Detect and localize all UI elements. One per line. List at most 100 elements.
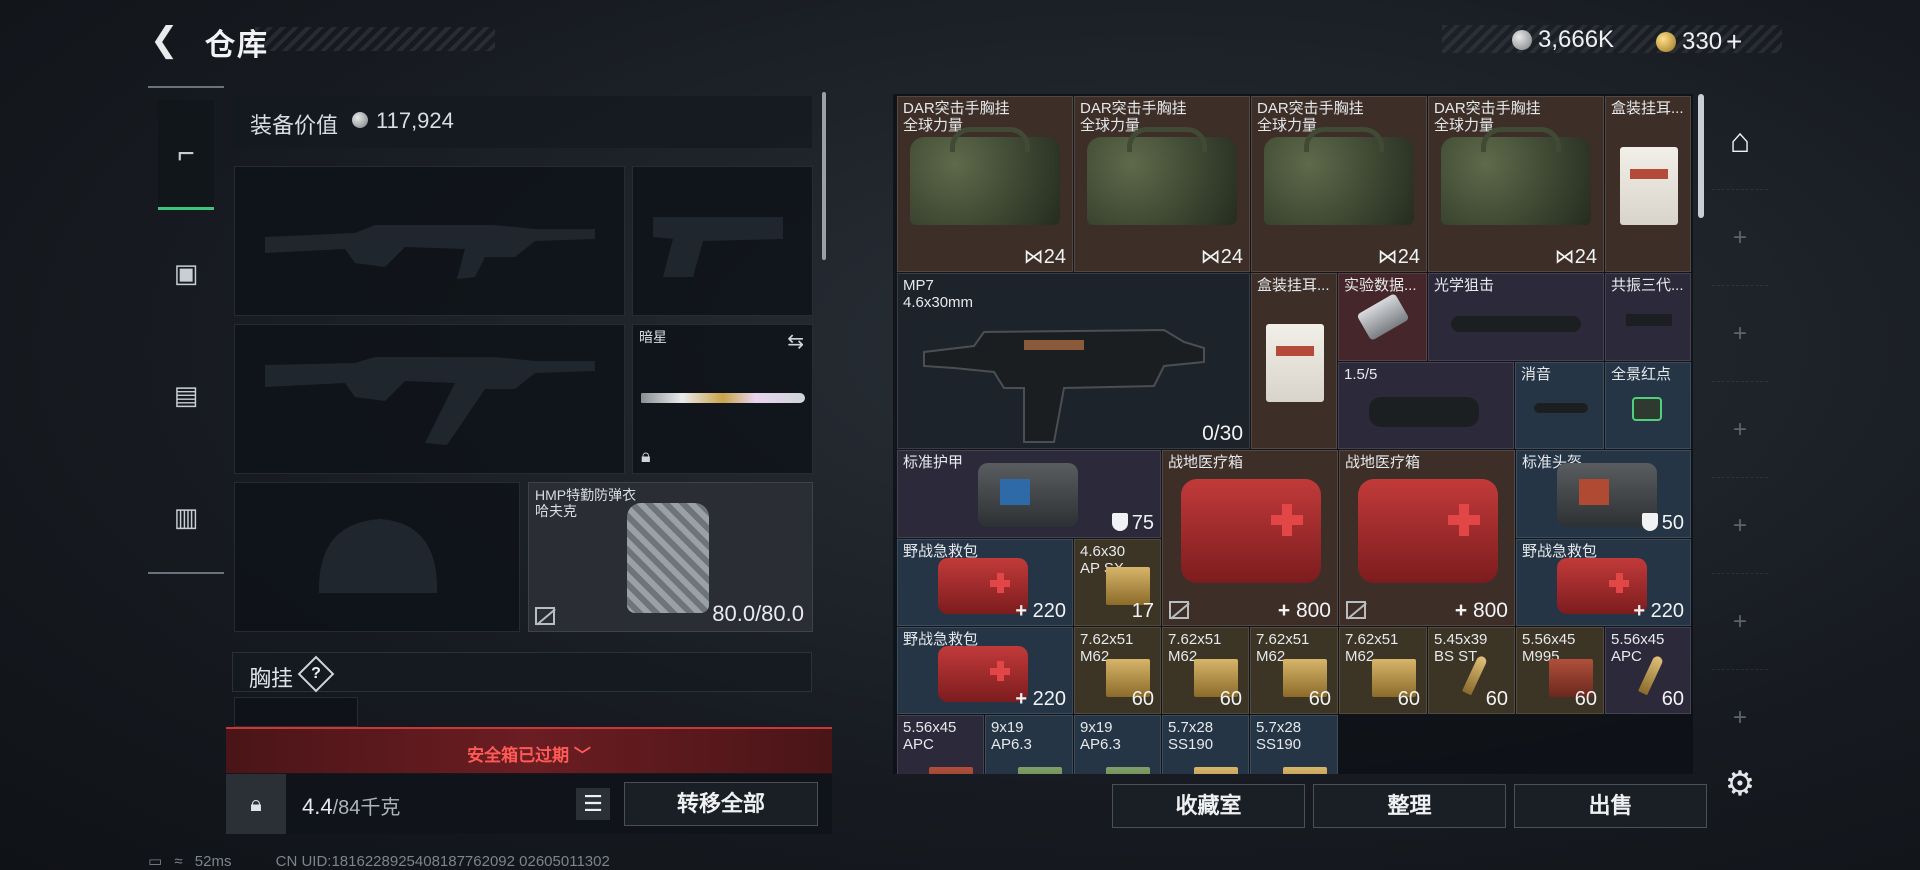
storage-item[interactable]: 标准头盔 50 [1516, 450, 1691, 538]
storage-tab-add[interactable]: + [1712, 478, 1768, 574]
rig-icon: ⋈ [1377, 246, 1398, 268]
storage-item[interactable]: 5.56x45 M995 60 [1516, 627, 1604, 714]
safebox-expired-text: 安全箱已过期 ﹀ [467, 746, 591, 765]
medkit-image [1181, 479, 1321, 583]
pistol-icon: ⌐ [177, 136, 195, 170]
safebox-expired-banner[interactable]: 安全箱已过期 ﹀ [226, 727, 832, 773]
category-rail: ⌐ ▣ ▤ ▥ [148, 86, 224, 574]
storage-item[interactable]: 共振三代... [1605, 273, 1691, 361]
storage-item[interactable]: DAR突击手胸挂 全球力量 ⋈24 [1428, 96, 1604, 272]
warehouse-icon: ⌂ [1729, 122, 1751, 160]
storage-tab-add[interactable]: + [1712, 286, 1768, 382]
storage-tab-main[interactable]: ⌂ [1712, 94, 1768, 190]
tertiary-weapon-slot[interactable] [234, 324, 625, 474]
transfer-all-button[interactable]: 转移全部 [624, 782, 818, 826]
storage-item[interactable]: DAR突击手胸挂 全球力量 ⋈24 [897, 96, 1073, 272]
chest-rig-header[interactable]: 胸挂 ? [232, 652, 812, 693]
storage-tab-add[interactable]: + [1712, 382, 1768, 478]
gear-icon[interactable]: ⚙ [1722, 766, 1758, 802]
storage-item[interactable]: 5.7x28 SS190 [1250, 715, 1338, 774]
storage-grid: DAR突击手胸挂 全球力量 ⋈24 DAR突击手胸挂 全球力量 ⋈24 DAR突击手… [893, 94, 1693, 774]
silver-amount: 3,666K [1538, 26, 1615, 53]
chevron-down-icon: ﹀ [573, 746, 591, 765]
item-quantity: 60 [1574, 688, 1597, 710]
medkit-image [1358, 479, 1498, 583]
storage-item-mp7[interactable]: MP7 4.6x30mm 0/30 [897, 273, 1250, 449]
organize-button[interactable]: 整理 [1313, 784, 1506, 828]
rail-item-toolbox[interactable]: ▥ [158, 462, 214, 572]
chest-rig-slot[interactable] [234, 697, 358, 727]
rig-icon: ⋈ [1200, 246, 1221, 268]
bag-image [1087, 127, 1237, 225]
equip-value-bar: 装备价值 117,924 [232, 96, 812, 148]
rail-item-backpack[interactable]: ▣ [158, 218, 214, 328]
storage-item[interactable]: 战地医疗箱 + 800 [1162, 450, 1338, 626]
collection-room-button[interactable]: 收藏室 [1112, 784, 1305, 828]
storage-item[interactable]: DAR突击手胸挂 全球力量 ⋈24 [1251, 96, 1427, 272]
armor-slot[interactable]: HMP特勤防弹衣 哈夫克 80.0/80.0 [528, 482, 813, 632]
helmet-slot[interactable] [234, 482, 520, 632]
storage-item[interactable]: DAR突击手胸挂 全球力量 ⋈24 [1074, 96, 1250, 272]
toolbox-icon: ▥ [173, 501, 199, 532]
ammo-box-image [1283, 767, 1327, 774]
rifle-silhouette-icon [265, 225, 595, 279]
help-icon[interactable]: ? [297, 655, 335, 693]
plus-icon: + [1732, 704, 1747, 731]
ping-readout: 52ms [194, 853, 232, 870]
storage-item[interactable]: 7.62x51 M62 60 [1162, 627, 1249, 714]
storage-item[interactable]: 1.5/5 [1338, 362, 1514, 449]
storage-item[interactable]: 消音 [1515, 362, 1604, 449]
storage-tab-add[interactable]: + [1712, 190, 1768, 286]
shield-icon [1641, 513, 1658, 531]
armor-name-line2: 哈夫克 [535, 503, 577, 519]
storage-item[interactable]: 全景红点 [1605, 362, 1691, 449]
storage-tab-add[interactable]: + [1712, 574, 1768, 670]
equip-value: 117,924 [376, 108, 454, 133]
storage-tab-add[interactable]: + [1712, 670, 1768, 766]
storage-item[interactable]: 5.56x45 APC [897, 715, 984, 774]
primary-weapon-slot[interactable] [234, 166, 625, 316]
pistol-silhouette-icon [653, 217, 783, 277]
storage-item[interactable]: 标准护甲 75 [897, 450, 1161, 538]
storage-item[interactable]: 盒装挂耳... [1605, 96, 1691, 272]
armor-vest-image [627, 503, 709, 613]
swap-icon[interactable]: ⇆ [787, 329, 804, 354]
add-currency-button[interactable]: + [1726, 26, 1742, 57]
back-arrow-icon[interactable]: ❮ [150, 22, 186, 58]
rail-item-vest[interactable]: ▤ [158, 340, 214, 450]
bag-image [1441, 127, 1591, 225]
storage-item[interactable]: 7.62x51 M62 60 [1250, 627, 1338, 714]
item-quantity: 60 [1397, 688, 1420, 710]
armor-bag-image [978, 463, 1078, 527]
item-quantity: 75 [1111, 512, 1154, 535]
storage-item[interactable]: 野战急救包 + 220 [897, 627, 1073, 714]
storage-item[interactable]: 9x19 AP6.3 [1074, 715, 1161, 774]
gold-currency[interactable]: 330 + [1656, 26, 1742, 58]
secondary-weapon-slot[interactable] [632, 166, 813, 316]
silver-coin-icon [1512, 30, 1532, 50]
storage-item[interactable]: 5.7x28 SS190 [1162, 715, 1249, 774]
loadout-scrollbar[interactable] [822, 92, 826, 260]
sell-button[interactable]: 出售 [1514, 784, 1707, 828]
storage-item[interactable]: 盒装挂耳... [1251, 273, 1337, 449]
storage-item[interactable]: 野战急救包 + 220 [1516, 539, 1691, 626]
storage-item[interactable]: 5.45x39 BS ST 60 [1428, 627, 1515, 714]
storage-item[interactable]: 5.56x45 APC 60 [1605, 627, 1691, 714]
rail-item-weapons[interactable]: ⌐ [158, 100, 214, 210]
list-icon[interactable]: ☰ [576, 788, 610, 820]
storage-item[interactable]: 4.6x30 AP SX 17 [1074, 539, 1161, 626]
storage-item[interactable]: 光学狙击 [1428, 273, 1604, 361]
item-quantity: 0/30 [1202, 422, 1243, 445]
storage-item[interactable]: 实验数据... [1338, 273, 1427, 361]
storage-item[interactable]: 野战急救包 + 220 [897, 539, 1073, 626]
storage-scrollbar[interactable] [1698, 94, 1704, 218]
mp7-image [923, 328, 1205, 443]
storage-item[interactable]: 战地医疗箱 + 800 [1339, 450, 1515, 626]
melee-slot[interactable]: 暗星 ⇆ 🔒︎ [632, 324, 813, 474]
storage-item[interactable]: 7.62x51 M62 60 [1074, 627, 1161, 714]
bag-image [1264, 127, 1414, 225]
plus-icon: + [1732, 607, 1747, 635]
storage-item[interactable]: 7.62x51 M62 60 [1339, 627, 1427, 714]
item-quantity: + 800 [1454, 599, 1508, 622]
storage-item[interactable]: 9x19 AP6.3 [985, 715, 1073, 774]
